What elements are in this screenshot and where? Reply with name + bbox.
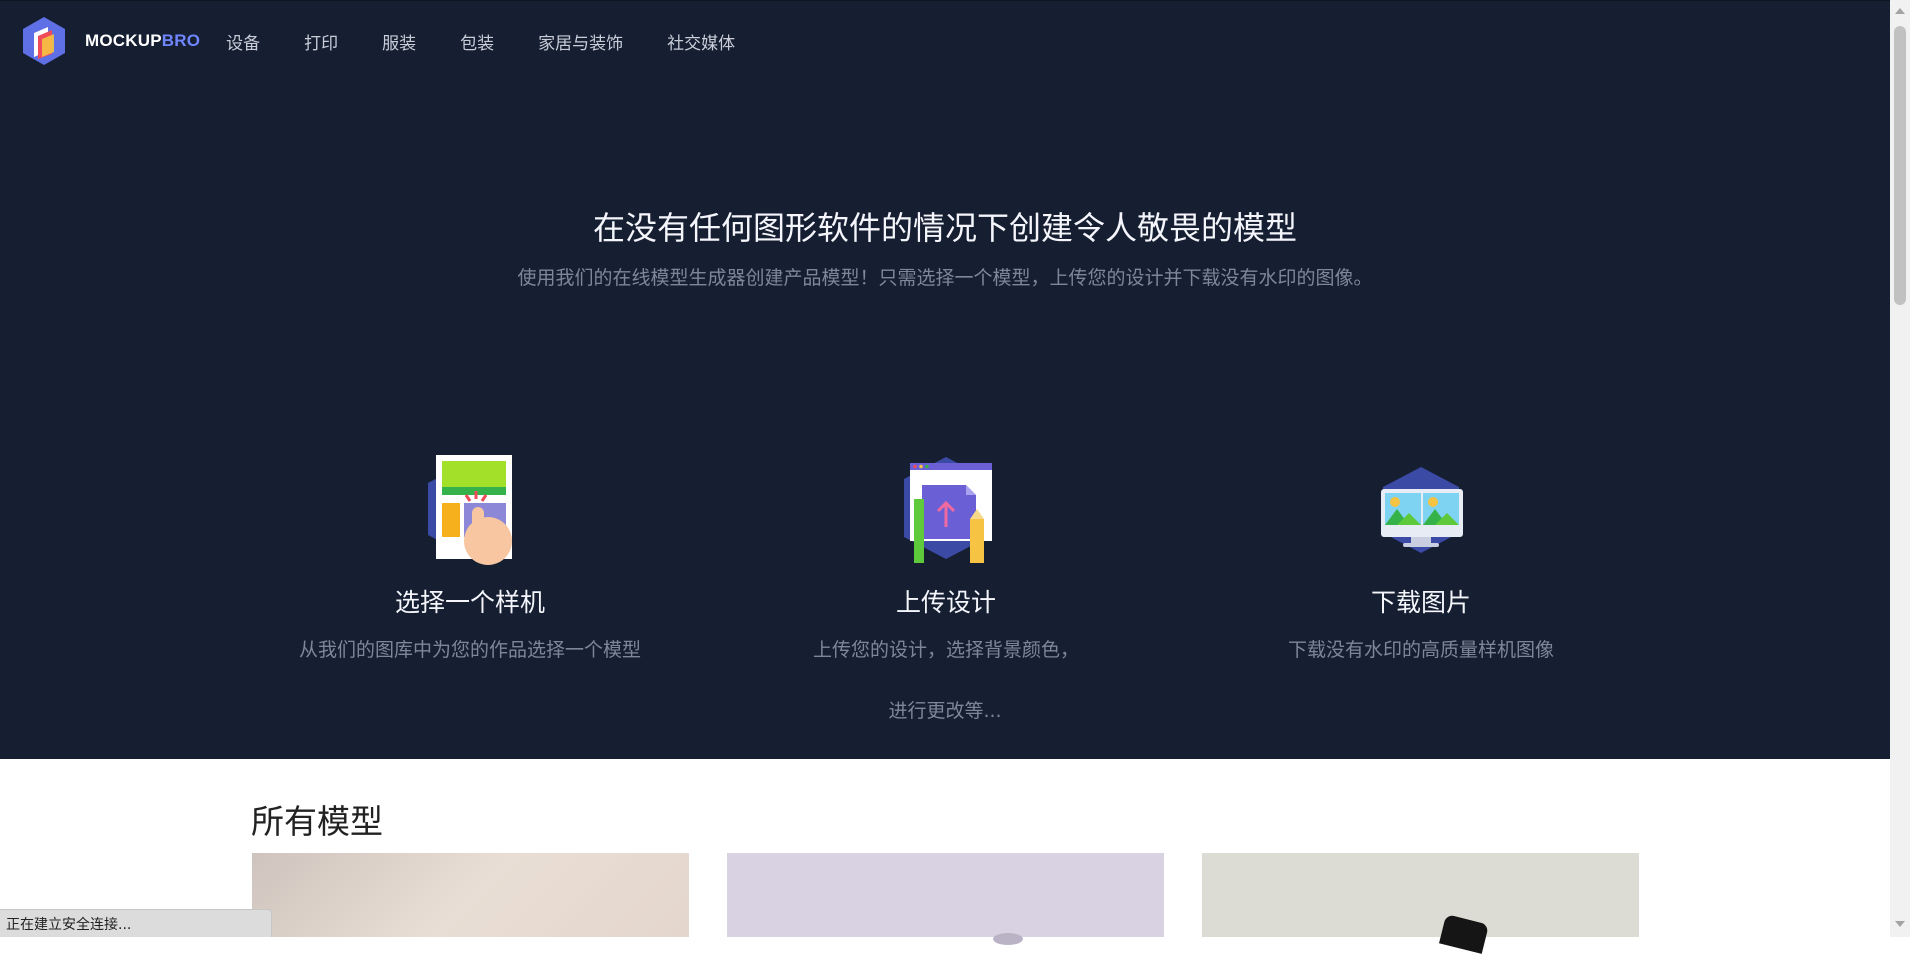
hero-section: MOCKUPBRO 设备 打印 服装 包装 家居与装饰 社交媒体 在没有任何图形… — [0, 0, 1890, 759]
steps-extra-text: 进行更改等... — [888, 700, 1002, 722]
mockup-card[interactable] — [252, 853, 689, 937]
mockup-card[interactable] — [1202, 853, 1639, 954]
step-description: 从我们的图库中为您的作品选择一个模型 — [298, 639, 641, 661]
nav-link-devices[interactable]: 设备 — [226, 29, 260, 54]
mockup-card[interactable] — [727, 853, 1164, 945]
nav-link-social-media[interactable]: 社交媒体 — [667, 29, 735, 54]
step-title: 选择一个样机 — [394, 588, 545, 617]
step-title: 上传设计 — [895, 588, 996, 617]
brand-name-main: MOCKUP — [85, 31, 162, 50]
step-upload-design: 上传设计 上传您的设计，选择背景颜色， — [736, 453, 1156, 662]
step-title: 下载图片 — [1370, 588, 1471, 617]
vertical-scrollbar[interactable] — [1890, 0, 1910, 937]
step-choose-mockup: 选择一个样机 从我们的图库中为您的作品选择一个模型 — [260, 453, 680, 662]
download-images-icon — [1381, 467, 1463, 553]
hero-title: 在没有任何图形软件的情况下创建令人敬畏的模型 — [592, 209, 1297, 247]
nav-link-packaging[interactable]: 包装 — [460, 29, 494, 54]
step-description: 上传您的设计，选择背景颜色， — [812, 639, 1079, 661]
scrollbar-thumb[interactable] — [1894, 26, 1906, 305]
mockup-thumbnail-object — [993, 933, 1023, 945]
step-description: 下载没有水印的高质量样机图像 — [1287, 639, 1554, 661]
all-mockups-title: 所有模型 — [251, 802, 383, 841]
nav-link-home-decor[interactable]: 家居与装饰 — [538, 29, 623, 54]
scroll-down-arrow-icon[interactable] — [1895, 921, 1905, 927]
browser-status-bar: 正在建立安全连接... — [0, 909, 272, 937]
mockupbro-logo-icon[interactable] — [18, 15, 70, 67]
hero-subtitle: 使用我们的在线模型生成器创建产品模型！只需选择一个模型，上传您的设计并下载没有水… — [517, 267, 1373, 289]
brand-name-accent: BRO — [161, 31, 201, 50]
nav-links: 设备 打印 服装 包装 家居与装饰 社交媒体 — [226, 29, 779, 54]
step-download-images: 下载图片 下载没有水印的高质量样机图像 — [1211, 453, 1631, 662]
nav-link-print[interactable]: 打印 — [304, 29, 338, 54]
choose-mockup-icon — [428, 455, 512, 565]
scroll-up-arrow-icon[interactable] — [1895, 8, 1905, 14]
mockup-thumbnail-phone — [1439, 914, 1489, 954]
top-navigation: MOCKUPBRO 设备 打印 服装 包装 家居与装饰 社交媒体 — [18, 15, 779, 67]
brand-name[interactable]: MOCKUPBRO — [85, 31, 200, 51]
upload-design-icon — [904, 457, 992, 563]
nav-link-apparel[interactable]: 服装 — [382, 29, 416, 54]
